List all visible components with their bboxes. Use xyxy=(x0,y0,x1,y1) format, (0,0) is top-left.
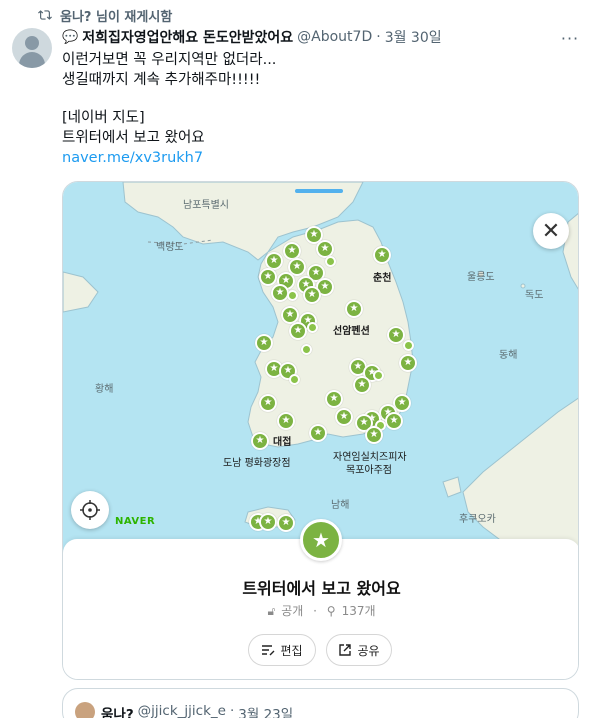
map-label-namhae: 남해 xyxy=(331,500,350,511)
map-marker[interactable]: ★ xyxy=(365,426,383,444)
pin-icon: ⚲ xyxy=(326,604,336,618)
tweet-timestamp[interactable]: 3월 30일 xyxy=(385,27,442,47)
list-meta: 🔓︎ 공개 · ⚲ 137개 xyxy=(63,602,578,619)
map-label-nampo: 남포특별시 xyxy=(183,200,229,211)
share-icon xyxy=(339,644,352,656)
map-marker[interactable]: ★ xyxy=(277,514,295,532)
star-badge-icon: ★ xyxy=(300,519,342,561)
edit-icon xyxy=(262,645,275,656)
repost-icon xyxy=(38,10,52,20)
avatar-body-shape xyxy=(19,52,45,68)
repost-text: 움나? 님이 재게시함 xyxy=(60,9,173,25)
map-marker-small[interactable] xyxy=(301,344,312,355)
separator-dot: · xyxy=(313,604,317,618)
quote-avatar[interactable] xyxy=(75,702,95,718)
share-label: 공유 xyxy=(357,643,380,658)
map-marker[interactable]: ★ xyxy=(259,394,277,412)
map-label-daejeop: 대접 xyxy=(273,437,292,448)
map-marker[interactable]: ★ xyxy=(289,322,307,340)
tweet-body: 이런거보면 꼭 우리지역만 없더라... 생길때까지 계속 추가해주마!!!!!… xyxy=(62,50,276,168)
speech-bubble-icon: 💬 xyxy=(62,29,79,45)
crosshair-icon xyxy=(80,500,100,520)
map-label-seonam: 선암펜션 xyxy=(333,326,370,337)
map-marker[interactable]: ★ xyxy=(259,513,277,531)
tweet-link[interactable]: naver.me/xv3rukh7 xyxy=(62,148,276,168)
map-label-fukuoka: 후쿠오카 xyxy=(459,514,496,525)
map-marker[interactable]: ★ xyxy=(303,286,321,304)
map-marker[interactable]: ★ xyxy=(309,424,327,442)
quoted-tweet[interactable]: 움나? @jjick_jjick_e · 3월 23일 xyxy=(62,688,579,718)
map-label-hwanghae: 황해 xyxy=(95,384,114,395)
map-card[interactable]: 남포특별시 백령도 춘천 울릉도 독도 선암펜션 동해 황해 대접 도남 평화광… xyxy=(62,181,579,680)
separator-dot: · xyxy=(376,29,381,45)
map-marker[interactable]: ★ xyxy=(259,268,277,286)
quote-timestamp[interactable]: 3월 23일 xyxy=(238,703,293,718)
map-marker[interactable]: ★ xyxy=(353,376,371,394)
map-label-baengnyeong: 백령도 xyxy=(156,242,184,253)
map-marker[interactable]: ★ xyxy=(335,408,353,426)
map-marker-small[interactable] xyxy=(325,256,336,267)
map-marker[interactable]: ★ xyxy=(387,326,405,344)
user-handle[interactable]: @About7D xyxy=(297,29,372,45)
tweet-line: [네이버 지도] xyxy=(62,110,145,126)
map-label-dokdo: 독도 xyxy=(525,290,544,301)
map-marker[interactable]: ★ xyxy=(255,334,273,352)
lock-icon: 🔓︎ xyxy=(267,604,276,618)
map-marker[interactable]: ★ xyxy=(345,300,363,318)
map-marker[interactable]: ★ xyxy=(385,412,403,430)
share-button[interactable]: 공유 xyxy=(326,634,392,666)
drag-handle[interactable] xyxy=(295,189,343,193)
map-view[interactable]: 남포특별시 백령도 춘천 울릉도 독도 선암펜션 동해 황해 대접 도남 평화광… xyxy=(63,182,578,562)
map-marker[interactable]: ★ xyxy=(251,432,269,450)
tweet-line: 생길때까지 계속 추가해주마!!!!! xyxy=(62,72,261,88)
visibility-label: 공개 xyxy=(281,604,304,618)
repost-indicator[interactable]: 움나? 님이 재게시함 xyxy=(38,6,173,25)
map-marker[interactable]: ★ xyxy=(373,246,391,264)
map-marker[interactable]: ★ xyxy=(325,390,343,408)
more-options-icon[interactable]: ··· xyxy=(560,28,580,48)
separator-dot: · xyxy=(229,703,235,718)
avatar-head-shape xyxy=(25,36,39,50)
map-marker[interactable]: ★ xyxy=(277,412,295,430)
map-label-store1: 도남 평화광장점 xyxy=(223,458,291,469)
map-marker[interactable]: ★ xyxy=(399,354,417,372)
map-marker-small[interactable] xyxy=(373,370,384,381)
quote-display-name[interactable]: 움나? xyxy=(101,703,134,718)
place-count: 137개 xyxy=(341,604,376,618)
quote-header: 움나? @jjick_jjick_e · 3월 23일 xyxy=(101,703,293,718)
list-title: 트위터에서 보고 왔어요 xyxy=(242,579,401,598)
tweet-line: 트위터에서 보고 왔어요 xyxy=(62,130,205,146)
map-label-store2-line2: 목포아주점 xyxy=(346,465,392,476)
tweet-line: 이런거보면 꼭 우리지역만 없더라... xyxy=(62,52,277,68)
edit-button[interactable]: 편집 xyxy=(248,634,316,666)
display-name[interactable]: 저희집자영업안해요 돈도안받았어요 xyxy=(82,27,293,47)
map-label-chuncheon: 춘천 xyxy=(373,273,392,284)
edit-label: 편집 xyxy=(280,643,303,658)
close-button[interactable]: ✕ xyxy=(533,213,569,249)
quote-handle[interactable]: @jjick_jjick_e xyxy=(138,703,226,718)
map-marker-small[interactable] xyxy=(307,322,318,333)
map-marker-small[interactable] xyxy=(403,340,414,351)
map-marker-small[interactable] xyxy=(287,290,298,301)
bottom-sheet: ★ 트위터에서 보고 왔어요 🔓︎ 공개 · ⚲ 137개 편집 공유 xyxy=(63,519,578,679)
avatar[interactable] xyxy=(12,28,52,68)
naver-logo: NAVER xyxy=(115,516,156,527)
map-label-ulleung: 울릉도 xyxy=(467,272,495,283)
tweet-header: 💬 저희집자영업안해요 돈도안받았어요 @About7D · 3월 30일 xyxy=(62,27,442,47)
map-marker-small[interactable] xyxy=(289,374,300,385)
current-location-button[interactable] xyxy=(71,491,109,529)
map-label-donghae: 동해 xyxy=(499,350,518,361)
